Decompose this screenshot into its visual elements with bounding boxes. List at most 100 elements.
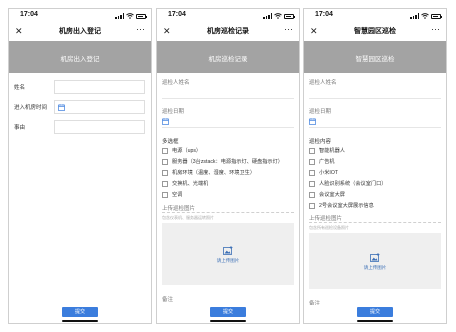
checkbox[interactable] [309, 169, 315, 176]
image-upload-area[interactable]: 请上传图片 [309, 233, 441, 289]
phone-screen-room-entry: 17:04 ✕ 机房出入登记 ··· 机房出入登记 姓名 进入机房时间 事由 提 [8, 8, 152, 324]
checkbox-option[interactable]: 交换机、光端机 [162, 179, 296, 188]
inspection-date-input[interactable] [162, 116, 294, 128]
wifi-icon [274, 13, 282, 19]
name-input[interactable] [54, 80, 145, 94]
checkbox-option[interactable]: 2号会议室大屏展示信息 [309, 201, 443, 210]
form-row-entry-time: 进入机房时间 [14, 100, 145, 114]
wifi-icon [126, 13, 134, 19]
multi-select-label: 多选框 [162, 139, 179, 145]
entry-time-input[interactable] [54, 100, 145, 114]
home-indicator [357, 320, 393, 322]
battery-icon [284, 13, 295, 19]
signal-icon [263, 13, 272, 19]
calendar-icon [162, 118, 169, 125]
nav-bar: ✕ 机房出入登记 ··· [9, 23, 151, 41]
status-time: 17:04 [315, 11, 333, 18]
checkbox-label: 服务器（3台zstack：电源指示灯、硬盘指示灯） [172, 159, 283, 165]
status-bar: 17:04 [157, 9, 299, 23]
checkbox-option[interactable]: 广告机 [309, 157, 443, 166]
signal-icon [410, 13, 419, 19]
close-icon[interactable]: ✕ [310, 25, 318, 37]
checkbox-option[interactable]: 小米IOT [309, 168, 443, 177]
checkbox[interactable] [162, 158, 168, 165]
checkbox-option[interactable]: 空调 [162, 190, 296, 199]
status-bar: 17:04 [9, 9, 151, 23]
form-header-band: 智慧园区巡检 [304, 41, 446, 73]
status-time: 17:04 [168, 11, 186, 18]
inspection-date-input[interactable] [309, 116, 441, 128]
form-header-band: 机房出入登记 [9, 41, 151, 73]
checkbox-option[interactable]: 电源（ups） [162, 146, 296, 155]
more-icon[interactable]: ··· [136, 23, 145, 35]
checkbox[interactable] [162, 191, 168, 198]
checkbox[interactable] [309, 180, 315, 187]
system-icons [115, 12, 147, 20]
image-upload-icon [223, 246, 233, 255]
signal-icon [115, 13, 124, 19]
checkbox[interactable] [309, 158, 315, 165]
inspector-name-input[interactable] [309, 87, 441, 99]
phone-screen-park-inspection: 17:04 ✕ 智慧园区巡检 ··· 智慧园区巡检 巡检人姓名 巡检日期 巡检内… [303, 8, 447, 324]
checkbox-label: 空调 [172, 192, 183, 198]
checkbox-option[interactable]: 会议室大屏 [309, 190, 443, 199]
inspector-name-input[interactable] [162, 87, 294, 99]
wifi-icon [421, 13, 429, 19]
form-content: 姓名 进入机房时间 事由 [9, 73, 151, 307]
inspector-name-label: 巡检人姓名 [309, 80, 337, 86]
form-content: 巡检人姓名 巡检日期 巡检内容 智能机器人 广告机 小米IOT 人脸识别系统（会… [304, 73, 446, 307]
upload-label: 上传巡检图片 [162, 206, 196, 212]
upload-hint: 包含所有巡检设备照片 [309, 225, 349, 230]
checkbox[interactable] [309, 147, 315, 154]
nav-title: 机房巡检记录 [207, 28, 249, 35]
battery-icon [431, 13, 442, 19]
more-icon[interactable]: ··· [431, 23, 440, 35]
form-row-reason: 事由 [14, 120, 145, 134]
form-footer: 提交 [304, 305, 446, 323]
close-icon[interactable]: ✕ [163, 25, 171, 37]
checkbox-label: 人脸识别系统（会议室门口） [319, 181, 387, 187]
remark-label: 备注 [162, 297, 174, 303]
checkbox-label: 广告机 [319, 159, 335, 165]
checkbox[interactable] [309, 202, 315, 209]
nav-bar: ✕ 机房巡检记录 ··· [157, 23, 299, 41]
status-time: 17:04 [20, 11, 38, 18]
inspection-date-label: 巡检日期 [309, 109, 332, 115]
checkbox[interactable] [309, 191, 315, 198]
image-upload-area[interactable]: 请上传图片 [162, 223, 294, 285]
checkbox[interactable] [162, 180, 168, 187]
checkbox-option[interactable]: 人脸识别系统（会议室门口） [309, 179, 443, 188]
submit-button[interactable]: 提交 [210, 307, 246, 317]
submit-button[interactable]: 提交 [357, 307, 393, 317]
field-label: 姓名 [14, 85, 26, 91]
status-bar: 17:04 [304, 9, 446, 23]
inspection-content-label: 巡检内容 [309, 139, 332, 145]
form-footer: 提交 [9, 305, 151, 323]
checkbox-label: 智能机器人 [319, 148, 345, 154]
form-header-title: 机房巡检记录 [208, 56, 248, 63]
checkbox-label: 会议室大屏 [319, 192, 345, 198]
calendar-icon [58, 104, 65, 111]
checkbox-label: 2号会议室大屏展示信息 [319, 203, 374, 209]
checkbox-label: 机房环境（温度、湿度、环境卫生） [172, 170, 256, 176]
image-upload-icon [370, 253, 380, 262]
close-icon[interactable]: ✕ [15, 25, 23, 37]
nav-title: 机房出入登记 [59, 28, 101, 35]
system-icons [410, 12, 442, 20]
checkbox[interactable] [162, 169, 168, 176]
checkbox-option[interactable]: 服务器（3台zstack：电源指示灯、硬盘指示灯） [162, 157, 296, 166]
inspector-name-label: 巡检人姓名 [162, 80, 190, 86]
home-indicator [62, 320, 98, 322]
checkbox[interactable] [162, 147, 168, 154]
field-label: 进入机房时间 [14, 105, 48, 111]
form-header-band: 机房巡检记录 [157, 41, 299, 73]
more-icon[interactable]: ··· [284, 23, 293, 35]
divider [162, 212, 294, 213]
submit-button[interactable]: 提交 [62, 307, 98, 317]
checkbox-option[interactable]: 智能机器人 [309, 146, 443, 155]
upload-label: 上传巡检图片 [309, 216, 343, 222]
battery-icon [136, 13, 147, 19]
checkbox-option[interactable]: 机房环境（温度、湿度、环境卫生） [162, 168, 296, 177]
reason-input[interactable] [54, 120, 145, 134]
nav-title: 智慧园区巡检 [354, 28, 396, 35]
